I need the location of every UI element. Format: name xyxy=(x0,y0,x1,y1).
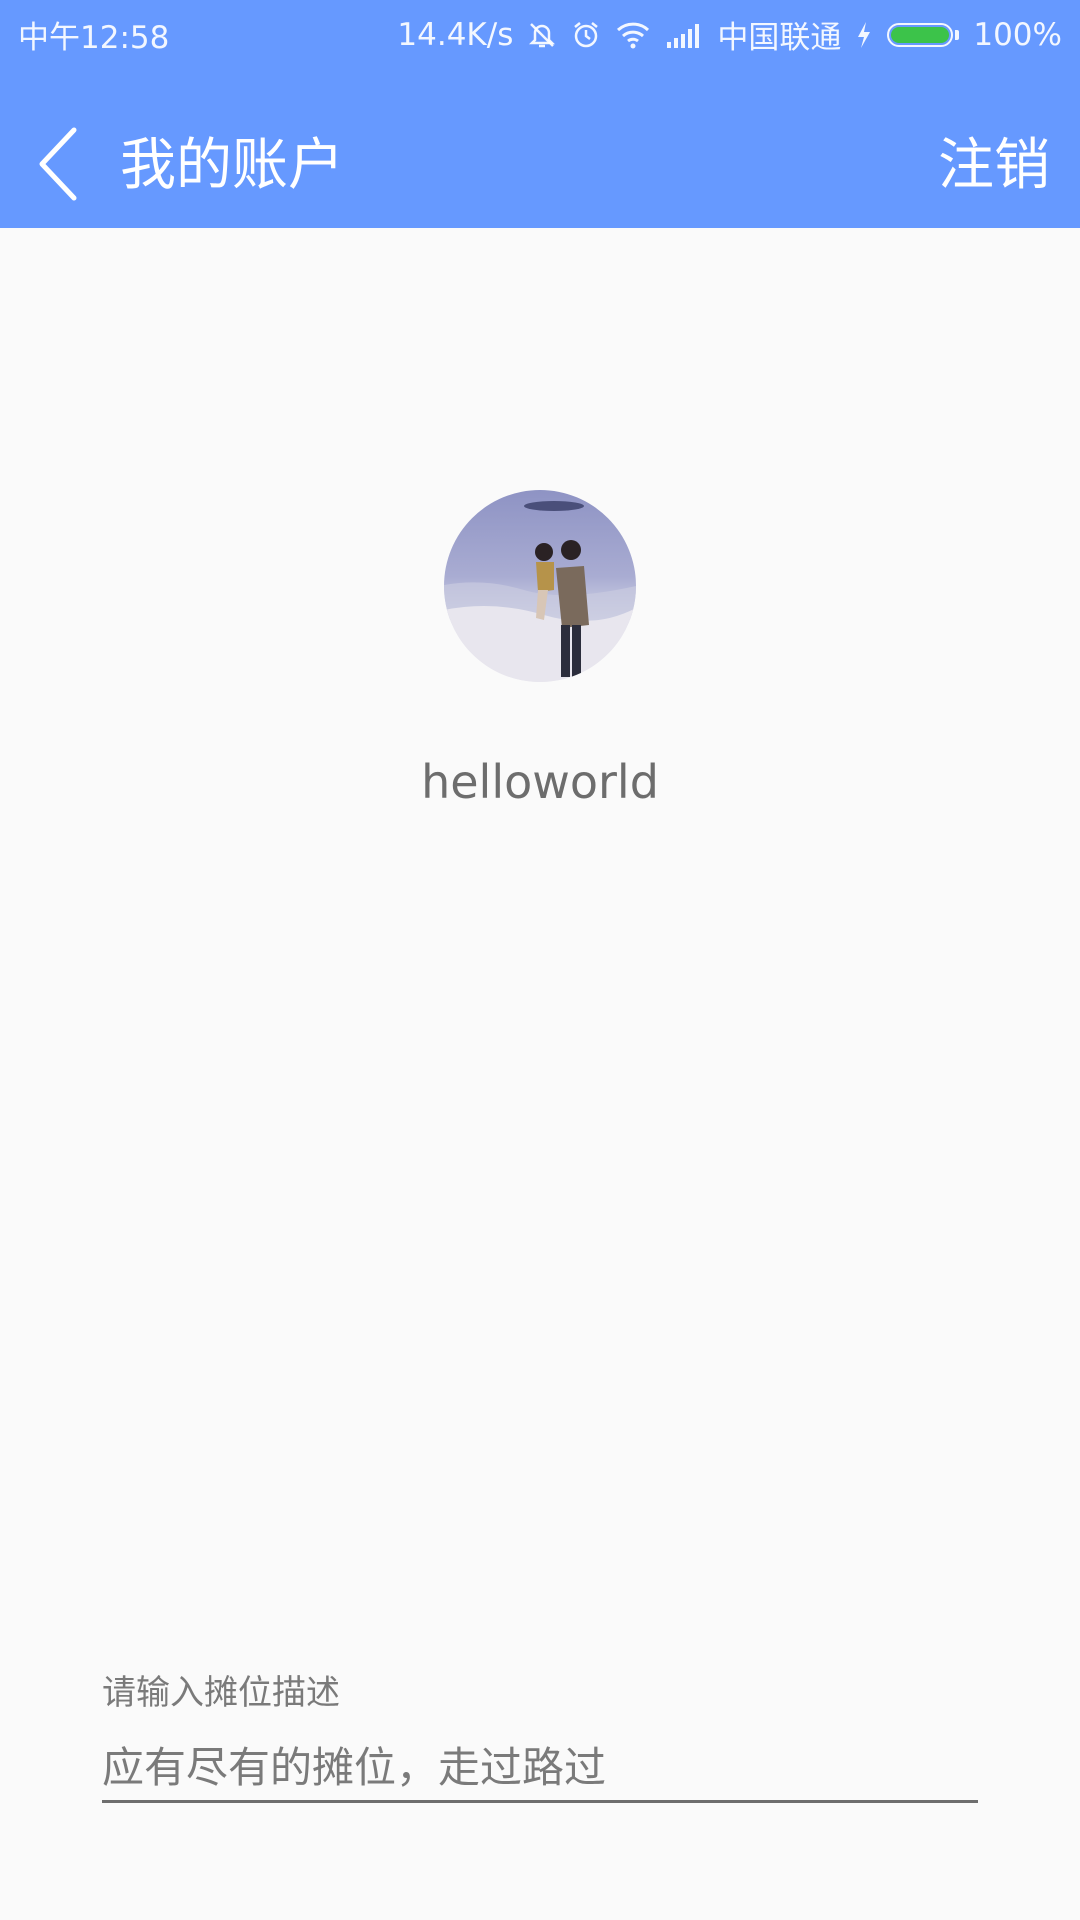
status-time: 中午12:58 xyxy=(18,20,170,56)
app-bar: 我的账户 注销 xyxy=(0,64,1080,228)
page-title: 我的账户 xyxy=(120,133,344,198)
alarm-icon xyxy=(571,20,601,50)
avatar-photo xyxy=(444,490,636,682)
carrier-name: 中国联通 xyxy=(717,20,842,56)
battery-icon xyxy=(887,22,960,47)
stall-description-label: 请输入摊位描述 xyxy=(102,1673,340,1713)
wifi-icon xyxy=(615,20,651,50)
username: helloworld xyxy=(421,755,659,809)
avatar[interactable] xyxy=(444,490,636,682)
network-speed: 14.4K/s xyxy=(397,16,514,53)
status-indicators: 14.4K/s 中国联通 100% xyxy=(397,12,1062,57)
signal-icon xyxy=(665,20,703,50)
logout-button[interactable]: 注销 xyxy=(938,134,1050,198)
charging-icon xyxy=(855,20,873,50)
battery-fill xyxy=(891,26,950,43)
mute-icon xyxy=(527,20,557,50)
battery-percent: 100% xyxy=(973,16,1062,53)
battery-tip xyxy=(955,29,960,40)
battery-body xyxy=(887,22,954,47)
status-bar: 中午12:58 14.4K/s 中国联通 100% xyxy=(0,0,1080,64)
chevron-left-icon xyxy=(39,127,77,201)
stall-description-input[interactable] xyxy=(102,1728,978,1803)
back-button[interactable] xyxy=(30,124,90,204)
